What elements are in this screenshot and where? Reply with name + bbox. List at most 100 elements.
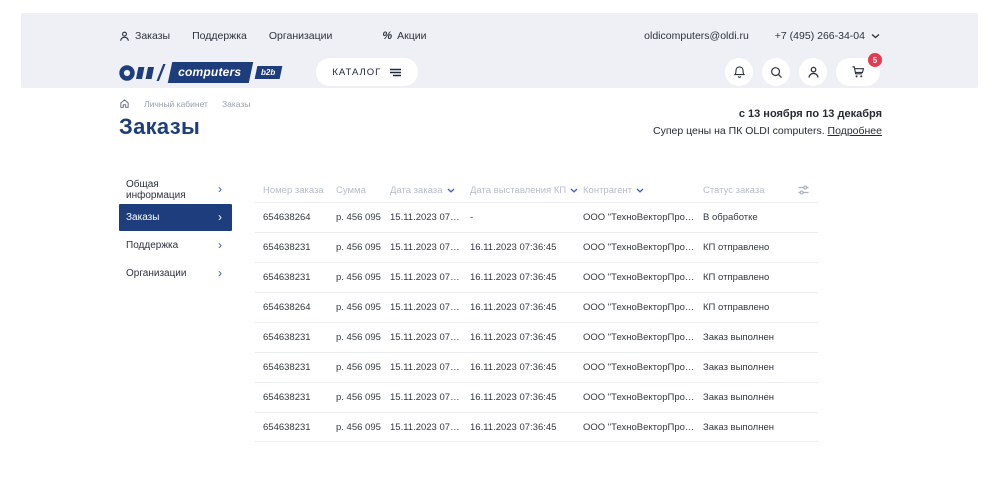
sidebar-item-label: Заказы (126, 212, 159, 223)
header-band: Заказы Поддержка Организации % Акции old… (21, 13, 978, 88)
promo-dates: с 13 ноября по 13 декабря (653, 108, 882, 120)
table-row[interactable]: 654638231 р. 456 095 15.11.2023 07:36:45… (255, 262, 818, 292)
sort-chevron-icon (570, 188, 578, 193)
sidebar: Общая информация › Заказы › Поддержка › … (119, 176, 232, 442)
cart-button[interactable]: 5 (836, 58, 880, 86)
top-navigation: Заказы Поддержка Организации % Акции old… (119, 25, 880, 47)
table-body: 654638264 р. 456 095 15.11.2023 07:36:45… (255, 202, 818, 442)
sidebar-item-label: Организации (126, 268, 186, 279)
user-icon (119, 31, 130, 42)
cell-sum: р. 456 095 (336, 242, 390, 253)
cell-status: КП отправлено (703, 272, 795, 283)
cell-contractor: ООО "ТехноВекторПроП... (583, 392, 703, 403)
table-row[interactable]: 654638231 р. 456 095 15.11.2023 07:36:45… (255, 382, 818, 412)
cell-kp-date: 16.11.2023 07:36:45 (470, 242, 583, 253)
nav-item-promotions[interactable]: % Акции (382, 30, 426, 42)
column-header-kp-date[interactable]: Дата выставления КП (470, 185, 583, 196)
menu-lines-icon (389, 68, 402, 77)
oldi-logo-mark-icon (119, 62, 167, 82)
cell-order-date: 15.11.2023 07:36:45 (390, 422, 470, 433)
table-row[interactable]: 654638264 р. 456 095 15.11.2023 07:36:45… (255, 292, 818, 322)
nav-label: Акции (397, 30, 426, 42)
column-header-sum: Сумма (336, 185, 390, 196)
column-header-contractor[interactable]: Контрагент (583, 185, 703, 196)
catalog-label: КАТАЛОГ (332, 67, 381, 78)
breadcrumb-item-orders: Заказы (222, 99, 250, 109)
cell-status: В обработке (703, 212, 795, 223)
cell-status: Заказ выполнен (703, 422, 795, 433)
cell-sum: р. 456 095 (336, 392, 390, 403)
phone-dropdown[interactable]: +7 (495) 266-34-04 (775, 30, 880, 42)
table-row[interactable]: 654638231 р. 456 095 15.11.2023 07:36:45… (255, 352, 818, 382)
cell-order-date: 15.11.2023 07:36:45 (390, 272, 470, 283)
header-actions: 5 (725, 58, 880, 86)
cell-contractor: ООО "ТехноВекторПроП... (583, 422, 703, 433)
sort-chevron-icon (636, 188, 644, 193)
sidebar-item-label: Поддержка (126, 240, 178, 251)
cell-kp-date: 16.11.2023 07:36:45 (470, 332, 583, 343)
sidebar-item-active[interactable]: Заказы › (119, 204, 232, 231)
chevron-right-icon: › (218, 239, 222, 251)
cell-contractor: ООО "ТехноВекторПроП... (583, 362, 703, 373)
cell-contractor: ООО "ТехноВекторПроП... (583, 302, 703, 313)
cell-contractor: ООО "ТехноВекторПроП... (583, 272, 703, 283)
breadcrumb-item-account[interactable]: Личный кабинет (144, 99, 208, 109)
cell-kp-date: - (470, 212, 583, 223)
catalog-button[interactable]: КАТАЛОГ (316, 58, 418, 86)
nav-item-support[interactable]: Поддержка (192, 30, 247, 42)
home-icon[interactable] (119, 98, 130, 109)
cell-order-number: 654638231 (263, 362, 336, 373)
cell-order-number: 654638264 (263, 302, 336, 313)
sidebar-item-link[interactable]: Организации › (119, 260, 232, 287)
cell-order-number: 654638231 (263, 332, 336, 343)
cell-kp-date: 16.11.2023 07:36:45 (470, 362, 583, 373)
search-icon (770, 66, 783, 79)
filter-column (795, 185, 818, 195)
cell-order-number: 654638264 (263, 212, 336, 223)
bell-icon (733, 65, 746, 79)
filter-sliders-icon[interactable] (798, 185, 809, 195)
sidebar-item-label: Общая информация (126, 179, 218, 201)
cell-status: КП отправлено (703, 302, 795, 313)
sidebar-item-link[interactable]: Поддержка › (119, 232, 232, 259)
cell-order-date: 15.11.2023 07:36:45 (390, 362, 470, 373)
nav-label: Заказы (135, 30, 170, 42)
cell-contractor: ООО "ТехноВекторПроП... (583, 332, 703, 343)
column-header-order-date[interactable]: Дата заказа (390, 185, 470, 196)
cell-sum: р. 456 095 (336, 302, 390, 313)
table-row[interactable]: 654638231 р. 456 095 15.11.2023 07:36:45… (255, 232, 818, 262)
nav-label: Организации (269, 30, 333, 42)
table-header: Номер заказа Сумма Дата заказа Дата выст… (255, 178, 818, 202)
nav-label: Поддержка (192, 30, 247, 42)
logo-brand-box: computers (168, 62, 254, 83)
table-row[interactable]: 654638231 р. 456 095 15.11.2023 07:36:45… (255, 322, 818, 352)
cell-status: Заказ выполнен (703, 332, 795, 343)
logo-row: computers b2b КАТАЛОГ (119, 56, 880, 88)
nav-item-orders[interactable]: Заказы (119, 30, 170, 42)
notifications-button[interactable] (725, 58, 753, 86)
chevron-right-icon: › (218, 183, 222, 195)
cell-contractor: ООО "ТехноВекторПроП... (583, 212, 703, 223)
chevron-down-icon (871, 33, 880, 39)
top-nav-account: oldicomputers@oldi.ru +7 (495) 266-34-04 (644, 30, 880, 42)
table-row[interactable]: 654638264 р. 456 095 15.11.2023 07:36:45… (255, 202, 818, 232)
sidebar-item-link[interactable]: Общая информация › (119, 176, 232, 203)
cell-status: Заказ выполнен (703, 362, 795, 373)
cart-icon (851, 65, 865, 79)
search-button[interactable] (762, 58, 790, 86)
promo-text: Супер цены на ПК OLDI computers. Подробн… (653, 125, 882, 137)
top-nav-links: Заказы Поддержка Организации % Акции (119, 30, 427, 42)
cart-count-badge: 5 (868, 53, 882, 67)
oldi-logo[interactable]: computers b2b (119, 62, 281, 83)
cell-order-date: 15.11.2023 07:36:45 (390, 302, 470, 313)
nav-item-organizations[interactable]: Организации (269, 30, 333, 42)
cell-order-number: 654638231 (263, 392, 336, 403)
profile-button[interactable] (799, 58, 827, 86)
account-email[interactable]: oldicomputers@oldi.ru (644, 30, 749, 42)
table-row[interactable]: 654638231 р. 456 095 15.11.2023 07:36:45… (255, 412, 818, 442)
phone-number: +7 (495) 266-34-04 (775, 30, 865, 42)
cell-order-date: 15.11.2023 07:36:45 (390, 332, 470, 343)
chevron-right-icon: › (218, 211, 222, 223)
promo-more-link[interactable]: Подробнее (828, 125, 882, 137)
promo-banner: с 13 ноября по 13 декабря Супер цены на … (653, 108, 882, 137)
